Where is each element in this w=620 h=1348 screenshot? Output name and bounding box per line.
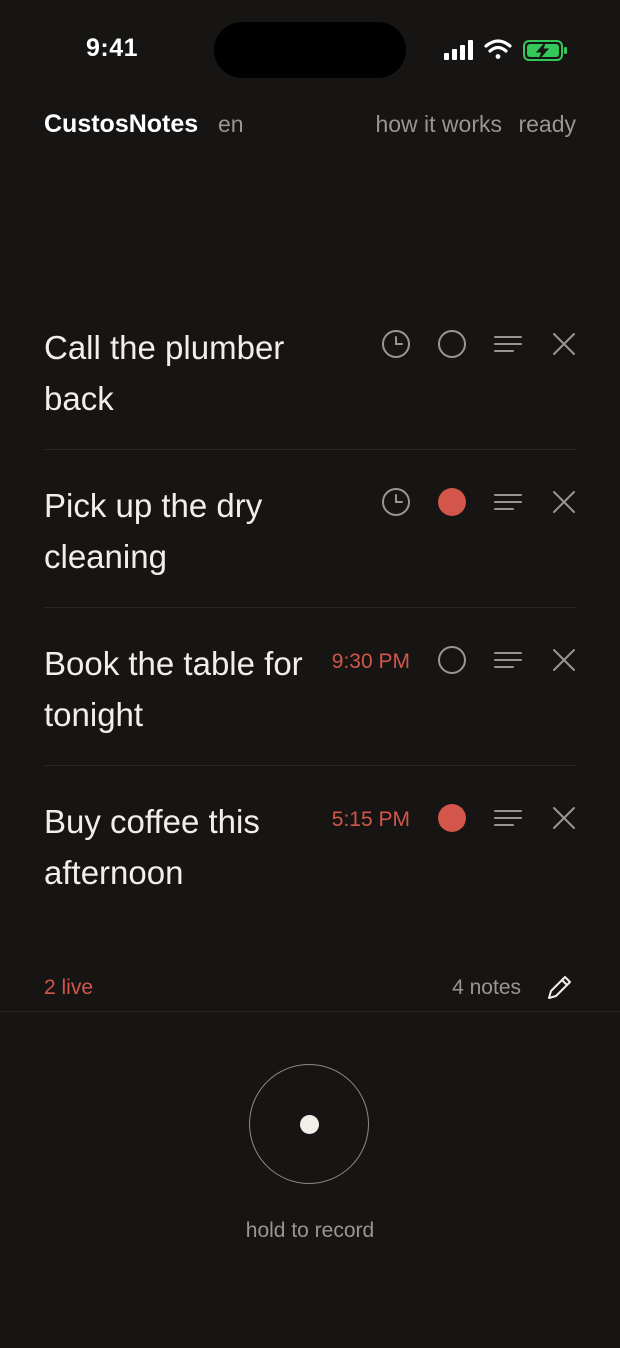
wifi-icon [484, 39, 512, 59]
reminder-time[interactable]: 9:30 PM [332, 650, 410, 674]
notes-count: 4 notes [452, 976, 521, 999]
note-row: Pick up the dry cleaning [44, 450, 576, 608]
note-row: Call the plumber back [44, 292, 576, 450]
language-toggle[interactable]: en [218, 111, 244, 138]
live-count: 2 live [44, 976, 94, 999]
note-row: Buy coffee this afternoon 5:15 PM [44, 766, 576, 923]
reminder-time[interactable]: 5:15 PM [332, 808, 410, 832]
close-icon[interactable] [549, 487, 579, 517]
note-text[interactable]: Book the table for tonight [44, 638, 334, 740]
app-header: CustosNotes en how it works ready [44, 110, 576, 140]
dynamic-island [214, 22, 406, 78]
status-bar: 9:41 [0, 0, 620, 100]
pencil-icon[interactable] [545, 972, 575, 1002]
app-name: CustosNotes [44, 110, 199, 138]
record-button[interactable] [249, 1064, 369, 1184]
live-toggle-on[interactable] [437, 487, 467, 517]
status-time: 9:41 [86, 34, 139, 62]
record-hint: hold to record [245, 1219, 375, 1242]
live-toggle-off[interactable] [437, 645, 467, 675]
note-text[interactable]: Buy coffee this afternoon [44, 796, 334, 898]
note-text[interactable]: Pick up the dry cleaning [44, 480, 334, 582]
notes-list: Call the plumber back Pick up the dry cl… [44, 292, 576, 923]
note-row: Book the table for tonight 9:30 PM [44, 608, 576, 766]
menu-icon[interactable] [493, 645, 523, 675]
battery-charging-icon [523, 40, 567, 61]
status-icons [442, 36, 572, 64]
close-icon[interactable] [549, 329, 579, 359]
divider [0, 1011, 620, 1012]
live-toggle-off[interactable] [437, 329, 467, 359]
clock-icon[interactable] [381, 329, 411, 359]
menu-icon[interactable] [493, 487, 523, 517]
clock-icon[interactable] [381, 487, 411, 517]
close-icon[interactable] [549, 803, 579, 833]
menu-icon[interactable] [493, 329, 523, 359]
close-icon[interactable] [549, 645, 579, 675]
live-toggle-on[interactable] [437, 803, 467, 833]
signal-icon [444, 40, 473, 60]
status-label: ready [518, 111, 576, 137]
note-text[interactable]: Call the plumber back [44, 322, 334, 424]
how-it-works-link[interactable]: how it works [375, 111, 502, 138]
menu-icon[interactable] [493, 803, 523, 833]
record-dot-icon [300, 1115, 319, 1134]
